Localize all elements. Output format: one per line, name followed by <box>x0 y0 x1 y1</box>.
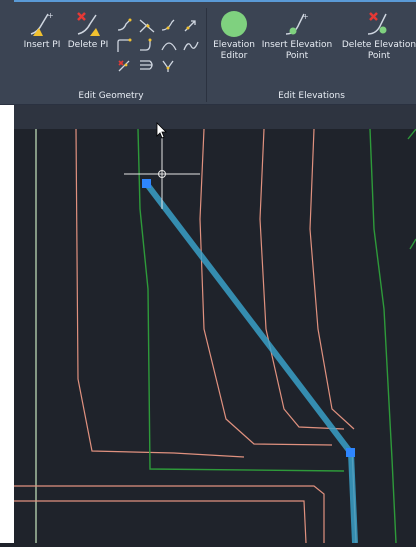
svg-text:+: + <box>47 11 54 20</box>
svg-text:+: + <box>302 12 309 21</box>
command-strip <box>14 105 416 129</box>
ribbon-group-edit-elevations: Elevation Editor + Insert Elevation Poin… <box>207 4 416 104</box>
contour-line <box>14 485 325 543</box>
insert-pi-icon: + <box>30 11 54 36</box>
contour-line <box>309 128 355 430</box>
edit-elevations-group-label: Edit Elevations <box>278 91 345 101</box>
insert-pi-label: Insert PI <box>23 40 61 50</box>
edit-curve-icon[interactable] <box>116 38 134 54</box>
mouse-pointer-icon <box>156 122 167 139</box>
elevation-editor-label-line1: Elevation <box>213 40 255 50</box>
elevation-editor-button[interactable]: Elevation Editor <box>209 10 259 62</box>
contour-line-green <box>407 128 416 140</box>
contour-line <box>14 500 307 544</box>
insert-pi-button[interactable]: + Insert PI <box>20 10 64 51</box>
edit-geometry-group-label: Edit Geometry <box>78 91 144 101</box>
join-icon[interactable] <box>160 18 178 34</box>
contour-line <box>75 128 245 458</box>
drawing-svg <box>14 128 416 544</box>
insert-elevation-point-icon: + <box>285 12 309 35</box>
elevation-editor-icon <box>221 11 247 37</box>
contour-line-green <box>137 128 345 472</box>
insert-elevation-label-line1: Insert Elevation <box>261 40 333 50</box>
grip-point[interactable] <box>142 179 151 188</box>
insert-elevation-label-line2: Point <box>285 51 309 61</box>
delete-pi-icon <box>77 12 100 36</box>
ribbon-group-edit-geometry: + Insert PI Delete PI Edit Geometry <box>16 4 206 104</box>
elevation-editor-label-line2: Editor <box>220 51 248 61</box>
grip-point[interactable] <box>346 448 355 457</box>
delete-pi-label: Delete PI <box>67 40 109 50</box>
crosshair-cursor <box>124 129 200 209</box>
delete-pi-button[interactable]: Delete PI <box>66 10 110 51</box>
insert-elevation-point-button[interactable]: + Insert Elevation Point <box>259 10 335 62</box>
fit-curve-icon[interactable] <box>160 38 178 54</box>
ribbon-top-accent <box>14 0 416 2</box>
contour-line-green <box>409 238 416 250</box>
stepped-offset-icon[interactable] <box>138 58 156 74</box>
delete-elevation-label-line1: Delete Elevation <box>341 40 416 50</box>
fillet-icon[interactable] <box>138 38 156 54</box>
stretch-icon[interactable] <box>160 58 178 74</box>
reverse-icon[interactable] <box>182 18 200 34</box>
smooth-icon[interactable] <box>182 38 200 54</box>
ribbon: + Insert PI Delete PI Edit Geometry Elev… <box>0 0 416 105</box>
delete-elevation-point-button[interactable]: Delete Elevation Point <box>337 10 416 62</box>
weed-icon[interactable] <box>116 58 134 74</box>
contour-line-green <box>369 128 397 544</box>
delete-elevation-point-icon <box>367 12 387 35</box>
delete-elevation-label-line2: Point <box>367 51 391 61</box>
trim-icon[interactable] <box>138 18 156 34</box>
drawing-canvas[interactable] <box>14 128 416 544</box>
break-icon[interactable] <box>116 18 134 34</box>
